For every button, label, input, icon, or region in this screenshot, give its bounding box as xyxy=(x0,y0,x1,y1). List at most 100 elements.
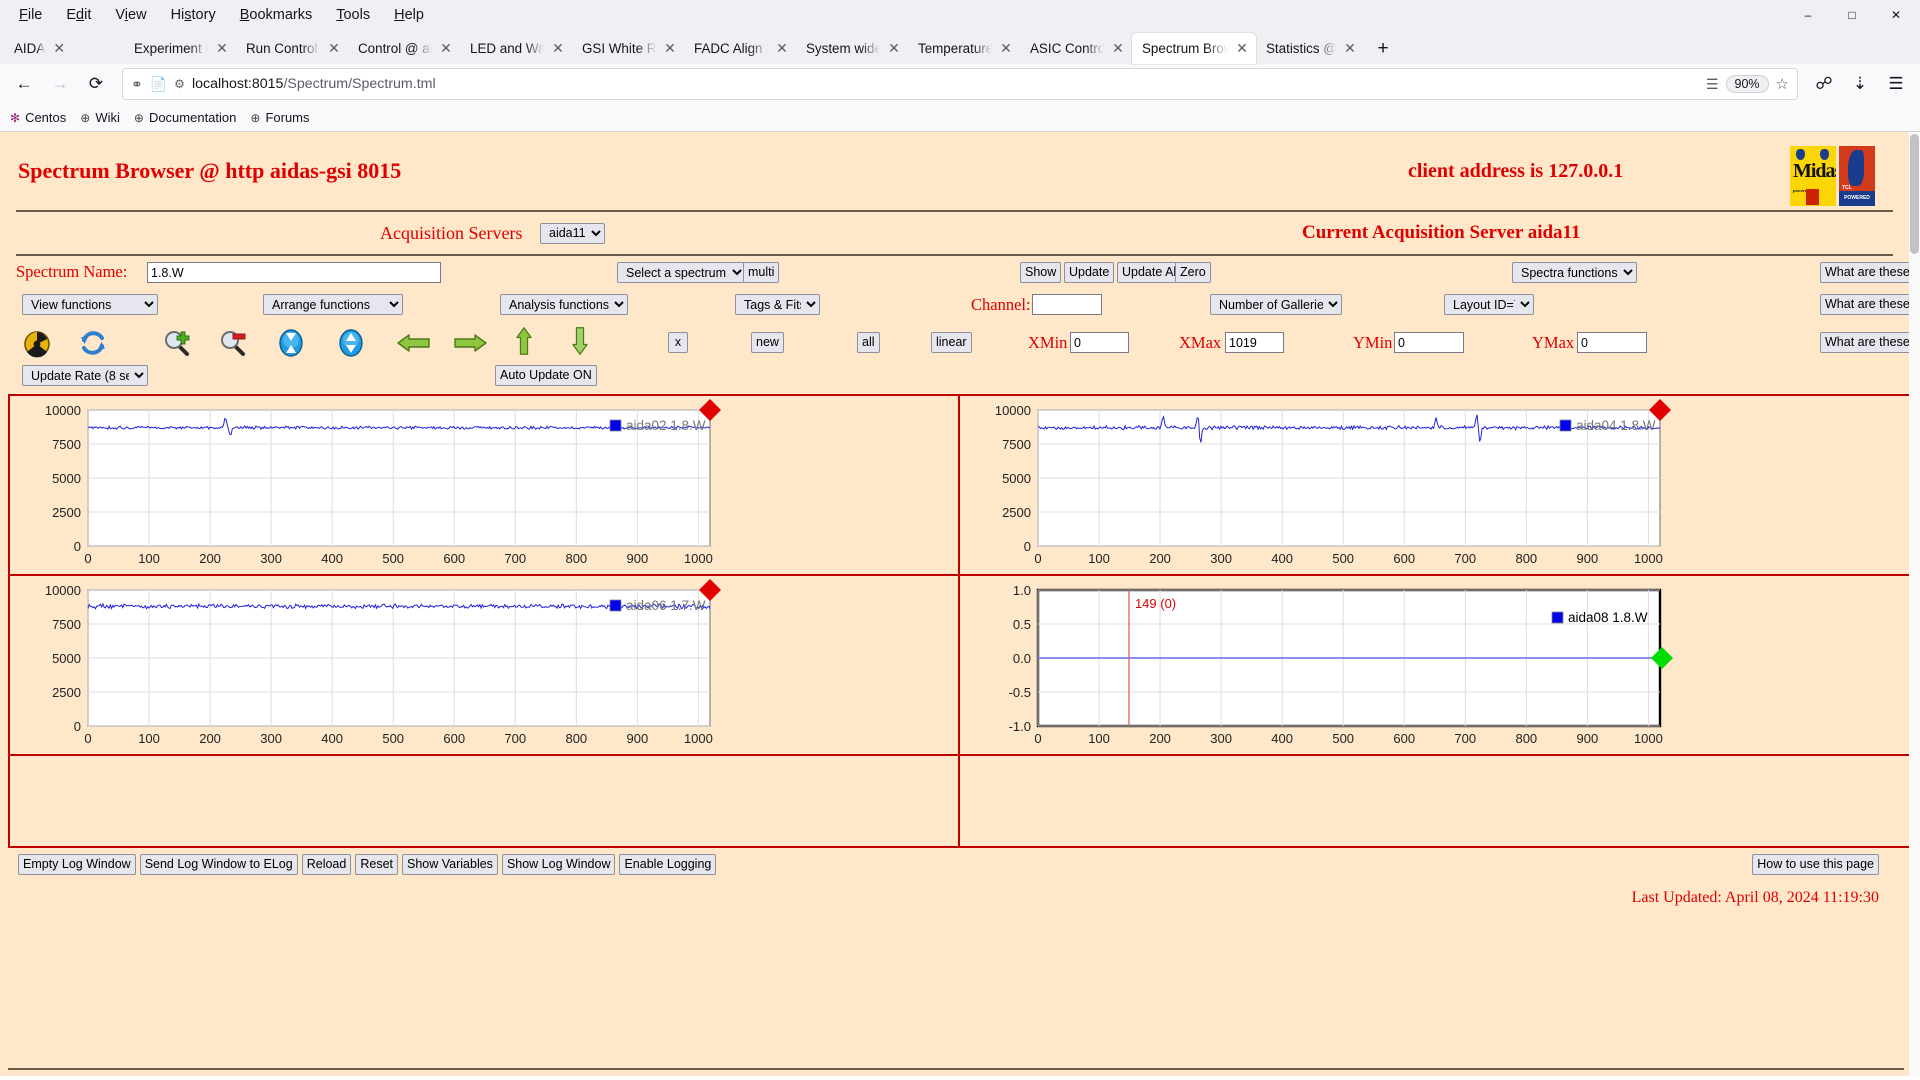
new-button[interactable]: new xyxy=(751,332,784,353)
layout-id-select[interactable]: Layout ID=7 xyxy=(1444,294,1534,315)
menu-help[interactable]: Help xyxy=(383,3,435,27)
browser-tab-2[interactable]: Run Control @ aidas-gsi ✕ xyxy=(236,33,348,64)
tab-close-icon[interactable]: ✕ xyxy=(886,40,902,57)
multi-button[interactable]: multi xyxy=(743,262,780,283)
refresh-icon[interactable] xyxy=(78,328,108,358)
browser-tab-8[interactable]: Temperature and se ✕ xyxy=(908,33,1020,64)
arrow-down-icon[interactable] xyxy=(565,326,595,356)
update-rate-select[interactable]: Update Rate (8 secs) xyxy=(22,365,148,386)
acquisition-server-select[interactable]: aida11 xyxy=(540,222,605,244)
tab-close-icon[interactable]: ✕ xyxy=(438,40,454,57)
show-button[interactable]: Show xyxy=(1020,262,1062,283)
collapse-vertical-icon[interactable] xyxy=(276,328,306,358)
footer-button-4[interactable]: Show Variables xyxy=(402,854,498,875)
pocket-icon[interactable]: ☍ xyxy=(1808,68,1840,100)
arrow-left-icon[interactable] xyxy=(396,328,432,358)
browser-tab-5[interactable]: GSI White Rabbit Time ✕ xyxy=(572,33,684,64)
tags-fits-select[interactable]: Tags & Fits xyxy=(735,294,820,315)
plot-panel-5[interactable] xyxy=(10,756,960,846)
reader-view-icon[interactable]: ☰ xyxy=(1706,76,1719,93)
ymin-input[interactable] xyxy=(1394,332,1464,353)
browser-tab-1[interactable]: Experiment Control ✕ xyxy=(124,33,236,64)
spectra-functions-select[interactable]: Spectra functions xyxy=(1512,262,1637,283)
footer-button-0[interactable]: Empty Log Window xyxy=(18,854,136,875)
tab-close-icon[interactable]: ✕ xyxy=(998,40,1014,57)
reload-icon[interactable]: ⟳ xyxy=(80,68,112,100)
zoom-level-badge[interactable]: 90% xyxy=(1725,75,1769,93)
menu-history[interactable]: History xyxy=(160,3,227,27)
plot-panel-1[interactable]: 0 100 200 300 400 500 600 700 800 900 1000 0 2500 500… xyxy=(10,396,960,576)
tab-close-icon[interactable]: ✕ xyxy=(550,40,566,57)
browser-tab-10[interactable]: Spectrum Browser ✕ xyxy=(1132,33,1256,64)
radiation-icon[interactable] xyxy=(22,328,52,358)
update-all-button[interactable]: Update All xyxy=(1117,262,1184,283)
arrow-up-icon[interactable] xyxy=(509,326,539,356)
bookmark-wiki[interactable]: ⊕ Wiki xyxy=(80,110,120,125)
select-a-spectrum[interactable]: Select a spectrum xyxy=(617,262,746,283)
expand-vertical-icon[interactable] xyxy=(336,328,366,358)
tab-close-icon[interactable]: ✕ xyxy=(662,40,678,57)
what-are-these-button-1[interactable]: What are these? xyxy=(1820,262,1920,283)
menu-tools[interactable]: Tools xyxy=(325,3,381,27)
tab-close-icon[interactable]: ✕ xyxy=(1342,40,1358,57)
analysis-functions-select[interactable]: Analysis functions xyxy=(500,294,628,315)
xmin-input[interactable] xyxy=(1070,332,1129,353)
minimize-icon[interactable]: – xyxy=(1786,1,1830,30)
browser-tab-4[interactable]: LED and Waveform ✕ xyxy=(460,33,572,64)
xmax-input[interactable] xyxy=(1225,332,1284,353)
new-tab-button[interactable]: + xyxy=(1368,34,1398,64)
footer-button-3[interactable]: Reset xyxy=(355,854,398,875)
channel-input[interactable] xyxy=(1032,294,1102,315)
what-are-these-button-3[interactable]: What are these? xyxy=(1820,332,1920,353)
all-button[interactable]: all xyxy=(857,332,880,353)
zoom-in-icon[interactable] xyxy=(162,328,192,358)
number-of-galleries-select[interactable]: Number of Galleries xyxy=(1210,294,1342,315)
arrow-right-icon[interactable] xyxy=(452,328,488,358)
browser-tab-3[interactable]: Control @ aidas-gsi ✕ xyxy=(348,33,460,64)
browser-tab-9[interactable]: ASIC Control @ aidas ✕ xyxy=(1020,33,1132,64)
bookmark-centos[interactable]: ✻ Centos xyxy=(10,110,66,125)
spectrum-name-input[interactable] xyxy=(147,262,441,283)
maximize-icon[interactable]: □ xyxy=(1830,1,1874,30)
app-menu-icon[interactable]: ☰ xyxy=(1880,68,1912,100)
url-bar[interactable]: ⚭ 📄 ⚙ localhost:8015/Spectrum/Spectrum.t… xyxy=(122,68,1798,100)
zoom-out-icon[interactable] xyxy=(218,328,248,358)
tab-close-icon[interactable]: ✕ xyxy=(51,40,67,57)
tab-close-icon[interactable]: ✕ xyxy=(1234,40,1250,57)
browser-tab-0[interactable]: AIDA ✕ xyxy=(4,33,124,64)
tab-close-icon[interactable]: ✕ xyxy=(214,40,230,57)
tab-close-icon[interactable]: ✕ xyxy=(1110,40,1126,57)
plot-panel-4[interactable]: 0 100 200 300 400 500 600 700 800 900 1000 -1.0 -0.5… xyxy=(960,576,1910,756)
zero-button[interactable]: Zero xyxy=(1175,262,1211,283)
browser-tab-6[interactable]: FADC Align & Control ✕ xyxy=(684,33,796,64)
browser-tab-11[interactable]: Statistics @ aidas-g ✕ xyxy=(1256,33,1364,64)
browser-tab-7[interactable]: System wide Check ✕ xyxy=(796,33,908,64)
plot-panel-3[interactable]: 0 100 200 300 400 500 600 700 800 900 1000 0 2500 500… xyxy=(10,576,960,756)
menu-bookmarks[interactable]: Bookmarks xyxy=(229,3,324,27)
menu-view[interactable]: View xyxy=(104,3,157,27)
update-button[interactable]: Update xyxy=(1064,262,1115,283)
footer-button-2[interactable]: Reload xyxy=(301,854,352,875)
back-icon[interactable]: ← xyxy=(8,68,40,100)
scrollbar-thumb[interactable] xyxy=(1910,134,1919,254)
forward-icon[interactable]: → xyxy=(44,68,76,100)
plot-panel-2[interactable]: 0 100 200 300 400 500 600 700 800 900 1000 0 2500 500… xyxy=(960,396,1910,576)
arrange-functions-select[interactable]: Arrange functions xyxy=(263,294,403,315)
x-axis-toggle-button[interactable]: x xyxy=(668,332,688,353)
how-to-use-button[interactable]: How to use this page xyxy=(1752,854,1879,875)
bookmark-star-icon[interactable]: ☆ xyxy=(1776,75,1789,93)
tab-close-icon[interactable]: ✕ xyxy=(326,40,342,57)
downloads-icon[interactable]: ⇣ xyxy=(1844,68,1876,100)
ymax-input[interactable] xyxy=(1577,332,1647,353)
menu-file[interactable]: File xyxy=(8,3,53,27)
footer-button-1[interactable]: Send Log Window to ELog xyxy=(139,854,298,875)
bookmark-forums[interactable]: ⊕ Forums xyxy=(250,110,309,125)
footer-button-5[interactable]: Show Log Window xyxy=(501,854,616,875)
plot-panel-6[interactable] xyxy=(960,756,1910,846)
view-functions-select[interactable]: View functions xyxy=(22,294,158,315)
page-scrollbar[interactable] xyxy=(1909,132,1920,1076)
footer-button-6[interactable]: Enable Logging xyxy=(619,854,717,875)
bookmark-documentation[interactable]: ⊕ Documentation xyxy=(134,110,237,125)
menu-edit[interactable]: Edit xyxy=(55,3,102,27)
auto-update-toggle[interactable]: Auto Update ON xyxy=(495,365,597,386)
